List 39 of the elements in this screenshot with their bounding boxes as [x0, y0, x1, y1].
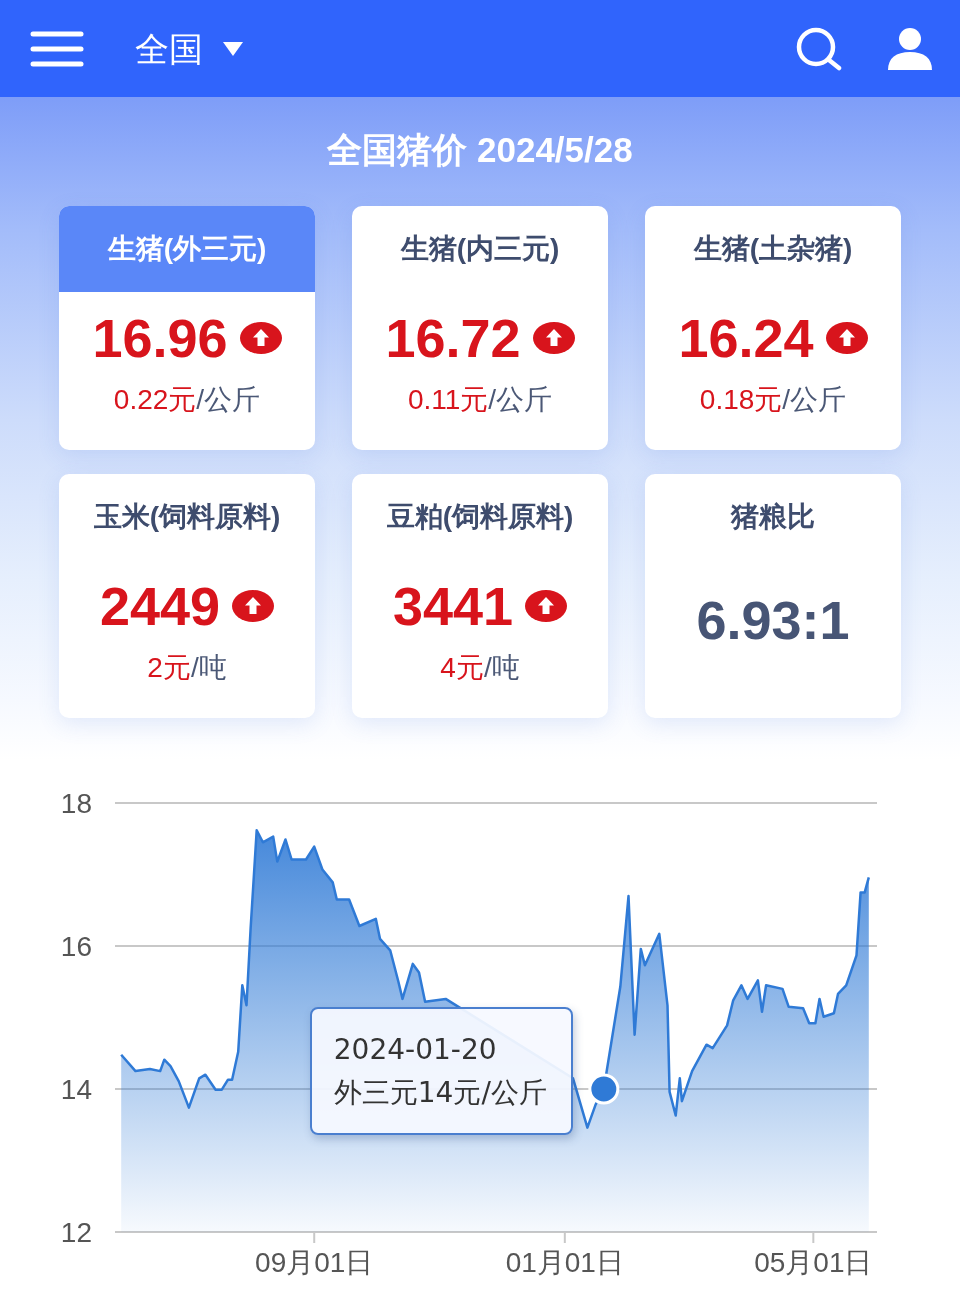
price-change: 0.22元/公斤 — [113, 383, 261, 417]
point-marker-icon — [588, 1073, 620, 1105]
card-title: 豆粕(饲料原料) — [386, 500, 574, 534]
price-change: 0.11元/公斤 — [407, 383, 553, 417]
ratio-value: 6.93:1 — [696, 589, 850, 652]
y-axis-label: 12 — [60, 1217, 92, 1248]
y-axis-label: 16 — [60, 931, 92, 962]
price-value: 16.24 — [678, 307, 814, 370]
tooltip-date: 2024-01-20 — [333, 1032, 497, 1068]
price-card[interactable]: 生猪(内三元) 16.72 0.11元/公斤 — [352, 206, 608, 450]
price-card[interactable]: 生猪(土杂猪) 16.24 0.18元/公斤 — [645, 206, 901, 450]
y-axis-label: 18 — [60, 788, 92, 819]
card-title: 生猪(内三元) — [400, 232, 560, 266]
price-value: 16.96 — [92, 307, 228, 370]
card-title: 猪粮比 — [731, 500, 815, 534]
card-title: 生猪(外三元) — [107, 232, 267, 266]
search-icon[interactable] — [796, 26, 842, 71]
menu-icon[interactable] — [30, 30, 84, 67]
x-axis-label: 01月01日 — [505, 1247, 624, 1278]
x-axis-label: 09月01日 — [255, 1247, 374, 1278]
price-card[interactable]: 豆粕(饲料原料) 3441 4元/吨 — [352, 474, 608, 718]
ratio-card[interactable]: 猪粮比 6.93:1 — [645, 474, 901, 718]
region-dropdown[interactable]: 全国 — [135, 28, 243, 69]
price-change: 2元/吨 — [147, 651, 227, 685]
price-value: 16.72 — [385, 307, 521, 370]
price-value: 2449 — [99, 575, 221, 638]
page-title: 全国猪价 2024/5/28 — [326, 129, 634, 171]
price-card[interactable]: 玉米(饲料原料) 2449 2元/吨 — [59, 474, 315, 718]
price-change: 0.18元/公斤 — [699, 383, 847, 417]
y-axis-label: 14 — [60, 1074, 92, 1105]
tooltip-value: 外三元14元/公斤 — [333, 1075, 547, 1111]
caret-icon — [223, 41, 243, 56]
user-icon[interactable] — [888, 27, 932, 70]
price-change: 4元/吨 — [440, 651, 520, 685]
card-title: 玉米(饲料原料) — [93, 500, 281, 534]
price-card[interactable]: 生猪(外三元) 16.96 0.22元/公斤 — [59, 206, 315, 450]
x-axis-label: 05月01日 — [754, 1247, 873, 1278]
price-value: 3441 — [392, 575, 514, 638]
card-title: 生猪(土杂猪) — [693, 232, 853, 266]
